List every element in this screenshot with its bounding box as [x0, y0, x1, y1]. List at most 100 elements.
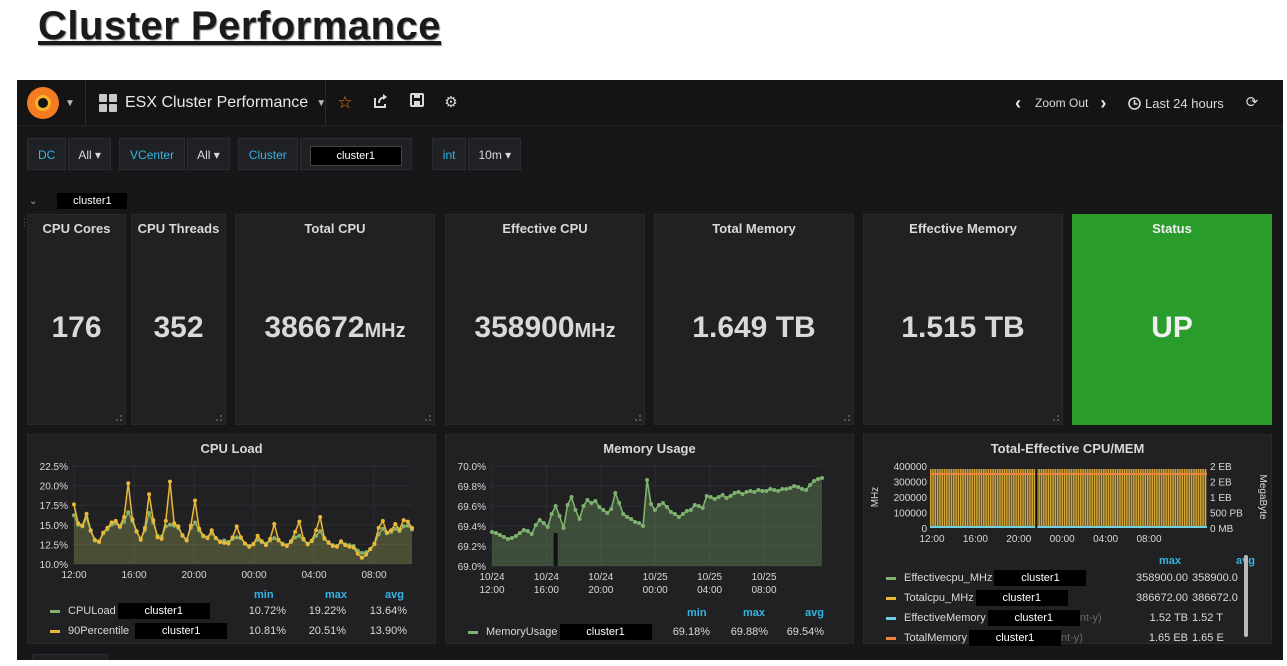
x-tick-label: 16:00: [963, 534, 988, 545]
resize-handle-icon[interactable]: [844, 415, 850, 421]
series-swatch: [886, 596, 896, 600]
legend-header-avg[interactable]: avg: [805, 607, 824, 619]
data-point: [188, 523, 193, 528]
legend-item-90percentile[interactable]: 90Percentile cluster1: [50, 622, 228, 640]
data-point: [117, 524, 122, 529]
data-point: [501, 535, 506, 539]
refresh-icon[interactable]: ⟳: [1242, 93, 1262, 113]
settings-gear-icon[interactable]: ⚙: [441, 93, 461, 113]
panel-title[interactable]: Total Memory: [655, 221, 853, 236]
data-point: [263, 543, 268, 548]
legend-item-memoryusage[interactable]: MemoryUsage cluster1: [468, 623, 652, 641]
save-icon[interactable]: [407, 93, 427, 113]
dashboard-picker[interactable]: ESX Cluster Performance ▼: [99, 80, 326, 126]
time-picker[interactable]: Last 24 hours: [1128, 80, 1224, 126]
data-point: [151, 518, 156, 523]
grafana-logo-icon: [27, 87, 59, 119]
add-panel-tab[interactable]: [32, 654, 108, 660]
legend-header-min[interactable]: min: [687, 607, 707, 619]
x-tick-label: 10/24: [534, 572, 559, 583]
data-point: [213, 536, 218, 541]
data-point: [138, 537, 143, 542]
legend-item-cpuload[interactable]: CPULoad cluster1: [50, 602, 210, 620]
x-tick-label: 16:00: [534, 585, 559, 596]
stat-panel-total-memory: Total Memory 1.649 TB: [654, 214, 854, 425]
y-right-tick-label: 500 PB: [1210, 509, 1243, 520]
zoom-out-button[interactable]: Zoom Out: [1035, 96, 1088, 110]
legend-item[interactable]: Totalcpu_MHz cluster1: [886, 589, 1068, 607]
data-point: [205, 536, 210, 541]
y-tick-label: 17.5%: [40, 501, 68, 512]
data-point: [656, 503, 661, 507]
series-swatch: [886, 636, 896, 640]
legend-header-min[interactable]: min: [254, 589, 274, 601]
y-right-tick-label: 2 EB: [1210, 462, 1232, 473]
data-point: [309, 538, 314, 543]
legend-header-avg[interactable]: avg: [385, 589, 404, 601]
data-point: [613, 491, 618, 495]
data-point: [808, 483, 813, 487]
star-icon[interactable]: ☆: [335, 93, 355, 113]
cpu-load-chart[interactable]: 22.5%20.0%17.5%15.0%12.5%10.0%12:00 16:00…: [28, 435, 437, 595]
caret-down-icon: ▼: [65, 97, 75, 109]
data-point: [280, 542, 285, 547]
time-forward-icon[interactable]: ›: [1100, 93, 1106, 114]
data-point: [649, 502, 654, 506]
data-point: [816, 477, 821, 481]
time-back-icon[interactable]: ‹: [1015, 93, 1021, 114]
grafana-menu-button[interactable]: ▼: [27, 86, 75, 120]
legend-item[interactable]: TotalMemory cluster1 nt-y): [886, 629, 1083, 647]
data-point: [238, 535, 243, 540]
data-point: [589, 501, 594, 505]
var-select-vcenter[interactable]: All ▾: [187, 138, 230, 170]
data-point: [561, 526, 566, 530]
data-point: [633, 520, 638, 524]
data-point: [288, 539, 293, 544]
data-point: [405, 519, 410, 524]
data-point: [569, 495, 574, 499]
chevron-down-icon: ⌄: [29, 195, 38, 207]
resize-handle-icon[interactable]: [116, 415, 122, 421]
panel-title[interactable]: Total CPU: [236, 221, 434, 236]
resize-handle-icon[interactable]: [635, 415, 641, 421]
panel-title[interactable]: CPU Cores: [28, 221, 125, 236]
data-point: [692, 503, 697, 507]
total-effective-chart[interactable]: 400000 2 EB 300000 2 EB 200000 1 EB 100000 500 …: [864, 435, 1273, 555]
panel-title[interactable]: Status: [1073, 221, 1271, 236]
data-point: [334, 544, 339, 549]
share-icon[interactable]: [371, 93, 391, 113]
stat-value: UP: [1151, 311, 1193, 344]
legend-header-max[interactable]: max: [325, 589, 347, 601]
memory-usage-chart[interactable]: 70.0%69.8%69.6%69.4%69.2%69.0%10/2412:00…: [446, 435, 855, 605]
legend-item[interactable]: EffectiveMemory cluster1 nt-y): [886, 609, 1102, 627]
resize-handle-icon[interactable]: [216, 415, 222, 421]
panel-title[interactable]: CPU Threads: [132, 221, 225, 236]
legend-header-max[interactable]: max: [1159, 555, 1181, 567]
var-select-int[interactable]: 10m ▾: [468, 138, 522, 170]
y-tick-label: 69.6%: [458, 502, 486, 513]
zoom-out-control: ‹ Zoom Out ›: [1015, 80, 1106, 126]
var-select-cluster[interactable]: cluster1: [299, 138, 412, 170]
y-left-tick-label: 400000: [894, 462, 928, 473]
panel-title[interactable]: Effective Memory: [864, 221, 1062, 236]
var-select-dc[interactable]: All ▾: [68, 138, 112, 170]
legend-item[interactable]: Effectivecpu_MHz cluster1: [886, 569, 1087, 587]
data-point: [410, 525, 414, 530]
resize-handle-icon[interactable]: [425, 415, 431, 421]
legend-tag: cluster1: [559, 624, 652, 640]
legend-suffix: nt-y): [1079, 612, 1102, 624]
data-gap: [553, 533, 558, 566]
data-point: [744, 490, 749, 494]
legend-header-max[interactable]: max: [743, 607, 765, 619]
resize-handle-icon[interactable]: [1053, 415, 1059, 421]
row-header[interactable]: ⌄ cluster1: [29, 192, 128, 210]
data-point: [756, 488, 761, 492]
data-point: [490, 530, 494, 534]
data-point: [193, 498, 198, 503]
data-point: [255, 533, 260, 538]
legend-scrollbar[interactable]: [1244, 555, 1248, 637]
data-point: [601, 508, 606, 512]
data-point: [585, 498, 590, 502]
panel-title[interactable]: Effective CPU: [446, 221, 644, 236]
data-point: [796, 485, 801, 489]
